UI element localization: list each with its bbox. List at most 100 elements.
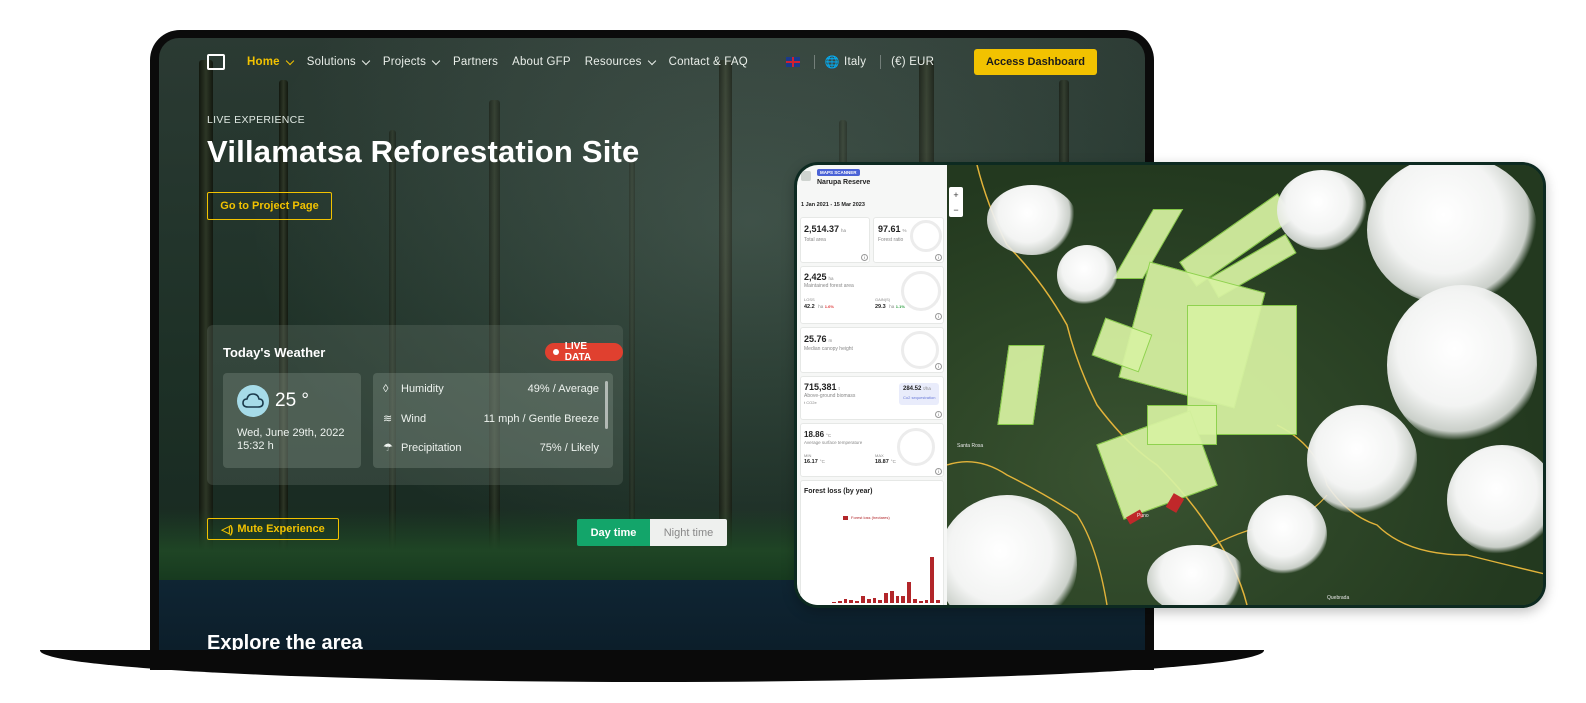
gain-label: GAIN(S) xyxy=(875,297,891,302)
biomass-number: 715,381 xyxy=(804,382,837,392)
nav-home[interactable]: Home xyxy=(247,56,295,68)
map-place-label: Quebrada xyxy=(1327,595,1350,601)
globe-icon: 🌐 xyxy=(824,55,841,69)
access-dashboard-button[interactable]: Access Dashboard xyxy=(973,49,1097,75)
forest-loss-card: Forest loss (by year) Forest loss (hecta… xyxy=(800,480,944,605)
co2-chip: 284.52 t/ha Co2 sequestration xyxy=(899,383,939,405)
nav-divider xyxy=(813,55,815,69)
info-icon[interactable]: i xyxy=(935,254,942,261)
forest-loss-bar[interactable] xyxy=(855,600,859,603)
marketing-stage: Explore the area Home Solutions Projects… xyxy=(0,0,1586,703)
map-place-label: Santa Rosa xyxy=(957,443,984,449)
maintained-number: 2,425 xyxy=(804,272,827,282)
project-page-button-label: Go to Project Page xyxy=(220,200,319,212)
forest-loss-bar[interactable] xyxy=(860,595,865,603)
weather-title: Today's Weather xyxy=(223,345,326,360)
forest-loss-chart xyxy=(831,525,941,605)
nav-projects[interactable]: Projects xyxy=(382,56,441,68)
cloud-cover xyxy=(1057,245,1117,305)
currency-selector[interactable]: (€) EUR xyxy=(891,56,934,68)
metric-value: 49% / Average xyxy=(527,383,599,395)
cloud-cover xyxy=(1247,495,1327,575)
reforestation-plot[interactable] xyxy=(1147,405,1217,445)
legend-swatch xyxy=(843,516,848,520)
forest-loss-bar[interactable] xyxy=(936,600,940,603)
day-night-toggle: Day time Night time xyxy=(577,519,727,546)
forest-loss-bar[interactable] xyxy=(913,598,917,603)
forest-loss-bar[interactable] xyxy=(872,597,877,603)
chevron-down-icon xyxy=(647,56,656,65)
forest-loss-bar[interactable] xyxy=(901,595,906,603)
forest-loss-bar[interactable] xyxy=(930,557,935,603)
dashboard-sidebar: MAPS SCANNER Narupa Reserve 1 Jan 2021 -… xyxy=(797,165,947,605)
info-icon[interactable]: i xyxy=(861,254,868,261)
weather-date: Wed, June 29th, 2022 xyxy=(237,427,345,439)
forest-loss-bar[interactable] xyxy=(837,600,842,603)
forest-loss-bar[interactable] xyxy=(895,596,900,603)
forest-loss-bar[interactable] xyxy=(849,600,854,603)
maintained-value: 2,425 ha xyxy=(804,272,834,282)
biomass-label: Above-ground biomass xyxy=(804,393,856,399)
canopy-unit: m xyxy=(828,338,833,343)
forest-loss-bar[interactable] xyxy=(878,600,883,603)
night-time-option[interactable]: Night time xyxy=(650,519,727,546)
info-icon[interactable]: i xyxy=(935,363,942,370)
weather-metrics[interactable]: ◊ Humidity 49% / Average ≋ Wind 11 mph / Gen… xyxy=(373,373,613,468)
weather-time: 15:32 h xyxy=(237,440,274,452)
forest-loss-bar[interactable] xyxy=(907,582,912,603)
biomass-card: 715,381 t Above-ground biomass t CO2e 284… xyxy=(800,376,944,420)
canopy-ring xyxy=(901,331,939,369)
metrics-scrollbar[interactable] xyxy=(605,381,608,429)
dashboard-tablet: Santa Rosa Puno Quebrada + − MAPS SCANNE… xyxy=(794,162,1546,608)
forest-loss-bar[interactable] xyxy=(918,600,923,603)
legend-label: Forest loss (hectares) xyxy=(851,515,890,520)
loss-change: 1.6% xyxy=(824,304,834,309)
nav-contact[interactable]: Contact & FAQ xyxy=(669,56,748,68)
forest-loss-bar[interactable] xyxy=(832,601,836,603)
total-area-number: 2,514.37 xyxy=(804,224,840,234)
day-time-option[interactable]: Day time xyxy=(577,519,650,546)
nav-partners[interactable]: Partners xyxy=(453,56,498,68)
forest-ratio-card: 97.61% Forest ratio i xyxy=(873,217,944,263)
country-selector[interactable]: 🌐 Italy xyxy=(825,55,866,69)
forest-loss-bar[interactable] xyxy=(889,591,894,603)
hero-title: Villamatsa Reforestation Site xyxy=(207,134,640,169)
total-area-label: Total area xyxy=(804,237,826,243)
canopy-label: Median canopy height xyxy=(804,346,853,352)
co2-unit: t/ha xyxy=(923,386,931,391)
nav-about[interactable]: About GFP xyxy=(512,56,571,68)
forest-loss-bar[interactable] xyxy=(924,600,929,603)
cloud-cover xyxy=(987,185,1077,255)
maintained-unit: ha xyxy=(828,276,834,281)
date-range[interactable]: 1 Jan 2021 - 15 Mar 2023 xyxy=(801,202,865,208)
forest-loss-bar[interactable] xyxy=(884,593,888,603)
back-arrow-icon[interactable] xyxy=(801,171,811,181)
co2-value: 284.52 t/ha xyxy=(903,386,931,392)
zoom-out-button[interactable]: − xyxy=(953,205,958,215)
mute-button-label: Mute Experience xyxy=(237,523,325,535)
metric-label: Humidity xyxy=(401,383,444,395)
live-dot-icon xyxy=(553,349,559,355)
metric-precipitation: ☂ Precipitation 75% / Likely xyxy=(383,441,599,455)
uk-flag-icon[interactable] xyxy=(785,57,800,67)
info-icon[interactable]: i xyxy=(935,411,942,418)
nav-solutions[interactable]: Solutions xyxy=(307,56,371,68)
project-page-button[interactable]: Go to Project Page xyxy=(207,192,332,220)
satellite-map[interactable]: Santa Rosa Puno Quebrada xyxy=(947,165,1543,605)
info-icon[interactable]: i xyxy=(935,468,942,475)
info-icon[interactable]: i xyxy=(935,313,942,320)
nav-projects-label: Projects xyxy=(382,56,427,68)
chevron-down-icon xyxy=(431,56,441,65)
laptop-base xyxy=(40,650,1264,682)
max-unit: °C xyxy=(890,459,896,464)
zoom-control: + − xyxy=(949,187,963,217)
max-value: 18.87 °C xyxy=(875,459,896,465)
zoom-in-button[interactable]: + xyxy=(953,190,958,200)
min-unit: °C xyxy=(819,459,825,464)
weather-datetime: Wed, June 29th, 2022 15:32 h xyxy=(237,427,344,453)
logo-mark-icon[interactable] xyxy=(207,54,225,70)
nav-resources[interactable]: Resources xyxy=(585,56,656,68)
mute-experience-button[interactable]: ◁) Mute Experience xyxy=(207,518,339,540)
forest-loss-bar[interactable] xyxy=(843,598,848,603)
forest-loss-bar[interactable] xyxy=(866,599,871,603)
